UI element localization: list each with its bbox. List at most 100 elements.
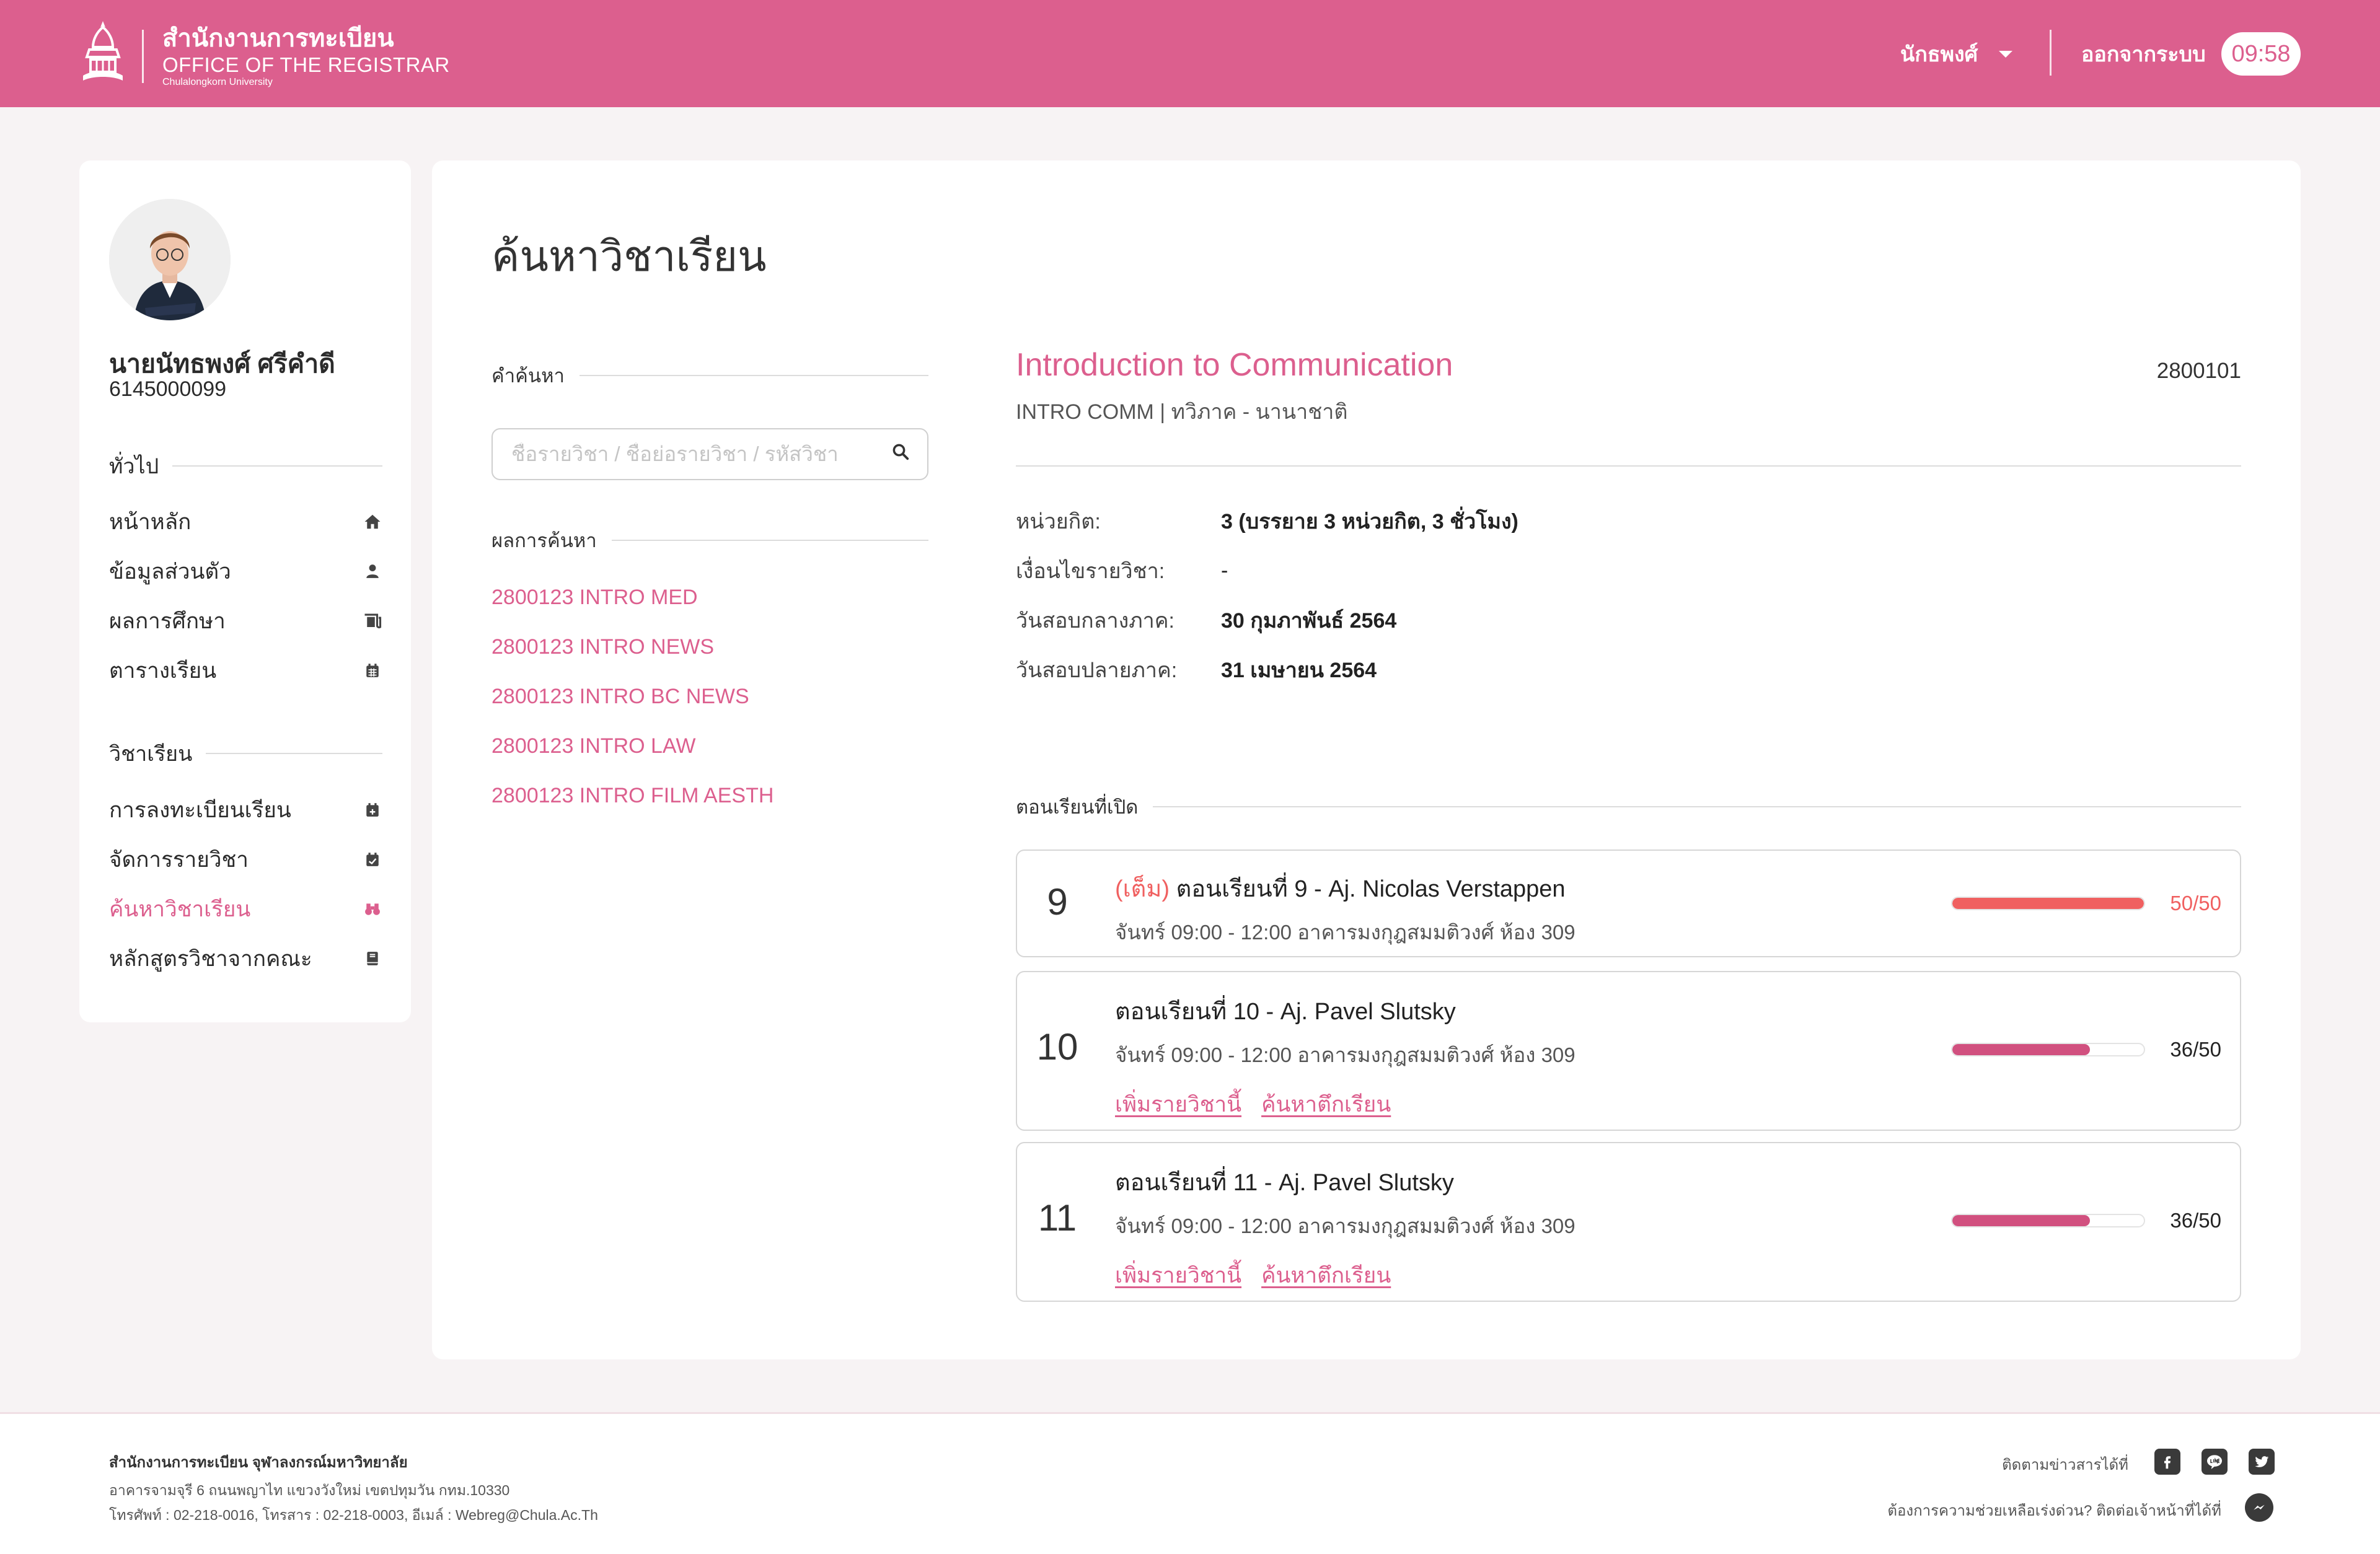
calendar-icon bbox=[363, 661, 382, 680]
info-row-credits: หน่วยกิต: 3 (บรรยาย 3 หน่วยกิต, 3 ชั่วโม… bbox=[1016, 496, 2241, 546]
footer-contact: โทรศัพท์ : 02-218-0016, โทรสาร : 02-218-… bbox=[109, 1507, 598, 1523]
info-value: 31 เมษายน 2564 bbox=[1221, 659, 1377, 682]
user-menu-button[interactable]: นักธพงศ์ bbox=[1900, 37, 2013, 71]
seat-progress-fill bbox=[1952, 1044, 2091, 1055]
course-title: Introduction to Communication bbox=[1016, 347, 1453, 383]
university-name: Chulalongkorn University bbox=[162, 77, 273, 87]
info-value: - bbox=[1221, 558, 1228, 582]
line-icon[interactable] bbox=[2202, 1449, 2228, 1475]
section-card[interactable]: 10 ตอนเรียนที่ 10 - Aj. Pavel Slutsky จั… bbox=[1016, 971, 2241, 1131]
section-time: จันทร์ 09:00 - 12:00 อาคารมงกุฎสมมติวงศ์… bbox=[1115, 921, 1576, 944]
caret-down-icon bbox=[1999, 50, 2013, 58]
section-title-text: ตอนเรียนที่ 9 - Aj. Nicolas Verstappen bbox=[1176, 876, 1566, 902]
divider bbox=[1016, 465, 2241, 467]
divider bbox=[579, 375, 928, 376]
session-timer: 09:58 bbox=[2221, 32, 2301, 76]
divider bbox=[206, 753, 382, 754]
nav-section-general: ทั่วไป bbox=[109, 449, 382, 483]
logout-button[interactable]: ออกจากระบบ bbox=[2081, 37, 2206, 71]
info-label: เงื่อนไขรายวิชา: bbox=[1016, 560, 1165, 583]
seat-progress-bar bbox=[1951, 897, 2145, 910]
sections-heading-label: ตอนเรียนที่เปิด bbox=[1016, 796, 1139, 818]
seat-progress-fill bbox=[1952, 1215, 2091, 1226]
sidebar-item-label: ผลการศึกษา bbox=[109, 608, 226, 633]
add-course-link[interactable]: เพิ่มรายวิชานี้ bbox=[1115, 1258, 1241, 1293]
footer-org: สำนักงานการทะเบียน จุฬาลงกรณ์มหาวิทยาลัย bbox=[109, 1454, 408, 1471]
section-title: (เต็ม) ตอนเรียนที่ 9 - Aj. Nicolas Verst… bbox=[1115, 869, 1576, 907]
divider bbox=[172, 465, 382, 467]
sidebar-item-profile[interactable]: ข้อมูลส่วนตัว bbox=[109, 553, 382, 590]
result-item[interactable]: 2800123 INTRO FILM AESTH bbox=[491, 780, 928, 811]
results-heading: ผลการค้นหา bbox=[491, 525, 928, 556]
result-item[interactable]: 2800123 INTRO NEWS bbox=[491, 631, 928, 662]
section-time: จันทร์ 09:00 - 12:00 อาคารมงกุฎสมมติวงศ์… bbox=[1115, 1214, 1576, 1237]
results-heading-label: ผลการค้นหา bbox=[491, 530, 597, 551]
results-list: 2800123 INTRO MED 2800123 INTRO NEWS 280… bbox=[491, 582, 928, 811]
section-number: 11 bbox=[1038, 1197, 1077, 1239]
seat-progress-bar bbox=[1951, 1214, 2145, 1227]
sidebar-item-search-courses[interactable]: ค้นหาวิชาเรียน bbox=[109, 890, 382, 928]
nav-section-courses: วิชาเรียน bbox=[109, 737, 382, 770]
sidebar-item-registration[interactable]: การลงทะเบียนเรียน bbox=[109, 791, 382, 828]
sidebar-item-faculty-curriculum[interactable]: หลักสูตรวิชาจากคณะ bbox=[109, 940, 382, 977]
org-name-th: สำนักงานการทะเบียน bbox=[162, 25, 394, 52]
section-actions: เพิ่มรายวิชานี้ ค้นหาตึกเรียน bbox=[1115, 1087, 1576, 1122]
result-item[interactable]: 2800123 INTRO MED bbox=[491, 582, 928, 613]
course-detail: Introduction to Communication 2800101 IN… bbox=[1016, 346, 2241, 695]
chula-logo-icon[interactable] bbox=[78, 19, 128, 87]
search-heading-label: คำค้นหา bbox=[491, 365, 565, 387]
top-bar: สำนักงานการทะเบียน OFFICE OF THE REGISTR… bbox=[0, 0, 2380, 107]
search-icon[interactable] bbox=[891, 442, 910, 467]
course-code: 2800101 bbox=[2156, 359, 2241, 383]
find-building-link[interactable]: ค้นหาตึกเรียน bbox=[1261, 1258, 1391, 1293]
add-course-link[interactable]: เพิ่มรายวิชานี้ bbox=[1115, 1087, 1241, 1122]
sidebar-item-label: ข้อมูลส่วนตัว bbox=[109, 559, 231, 584]
search-heading: คำค้นหา bbox=[491, 360, 928, 391]
section-info: (เต็ม) ตอนเรียนที่ 9 - Aj. Nicolas Verst… bbox=[1115, 869, 1576, 949]
info-value: 3 (บรรยาย 3 หน่วยกิต, 3 ชั่วโมง) bbox=[1221, 510, 1518, 533]
full-tag: (เต็ม) bbox=[1115, 876, 1170, 902]
section-number: 10 bbox=[1036, 1026, 1078, 1068]
info-label: วันสอบปลายภาค: bbox=[1016, 659, 1178, 682]
section-info: ตอนเรียนที่ 10 - Aj. Pavel Slutsky จันทร… bbox=[1115, 992, 1576, 1122]
sidebar-item-label: การลงทะเบียนเรียน bbox=[109, 797, 291, 822]
section-card[interactable]: 11 ตอนเรียนที่ 11 - Aj. Pavel Slutsky จั… bbox=[1016, 1142, 2241, 1302]
nav-section-label: วิชาเรียน bbox=[109, 742, 193, 766]
nav-section-label: ทั่วไป bbox=[109, 455, 159, 478]
result-item[interactable]: 2800123 INTRO LAW bbox=[491, 731, 928, 762]
sidebar-item-label: ค้นหาวิชาเรียน bbox=[109, 897, 251, 921]
book-icon bbox=[363, 949, 382, 968]
user-icon bbox=[363, 561, 382, 581]
search-input[interactable] bbox=[511, 442, 891, 466]
sidebar-item-grades[interactable]: ผลการศึกษา bbox=[109, 602, 382, 639]
search-box bbox=[491, 428, 928, 480]
registrar-wordmark[interactable]: สำนักงานการทะเบียน OFFICE OF THE REGISTR… bbox=[162, 26, 450, 87]
section-actions: เพิ่มรายวิชานี้ ค้นหาตึกเรียน bbox=[1115, 1258, 1576, 1293]
find-building-link[interactable]: ค้นหาตึกเรียน bbox=[1261, 1087, 1391, 1122]
seat-count: 36/50 bbox=[2170, 1038, 2221, 1061]
section-time: จันทร์ 09:00 - 12:00 อาคารมงกุฎสมมติวงศ์… bbox=[1115, 1043, 1576, 1066]
section-card[interactable]: 9 (เต็ม) ตอนเรียนที่ 9 - Aj. Nicolas Ver… bbox=[1016, 849, 2241, 957]
result-item[interactable]: 2800123 INTRO BC NEWS bbox=[491, 681, 928, 712]
sidebar-item-manage-courses[interactable]: จัดการรายวิชา bbox=[109, 841, 382, 878]
twitter-icon[interactable] bbox=[2249, 1449, 2275, 1475]
footer-address: อาคารจามจุรี 6 ถนนพญาไท แขวงวังใหม่ เขตป… bbox=[109, 1482, 510, 1498]
course-subtitle: INTRO COMM | ทวิภาค - นานาชาติ bbox=[1016, 400, 1348, 424]
org-name-en: OFFICE OF THE REGISTRAR bbox=[162, 53, 450, 76]
messenger-icon[interactable] bbox=[2245, 1493, 2273, 1522]
student-id: 6145000099 bbox=[109, 377, 227, 401]
main-panel: ค้นหาวิชาเรียน คำค้นหา ผลการค้นหา 280012… bbox=[432, 160, 2301, 1359]
calendar-plus-icon bbox=[363, 800, 382, 820]
info-label: หน่วยกิต: bbox=[1016, 510, 1101, 533]
seat-count: 36/50 bbox=[2170, 1209, 2221, 1232]
sidebar-item-home[interactable]: หน้าหลัก bbox=[109, 503, 382, 540]
info-row-midterm: วันสอบกลางภาค: 30 กุมภาพันธ์ 2564 bbox=[1016, 595, 2241, 645]
sidebar-item-label: ตารางเรียน bbox=[109, 658, 217, 683]
follow-label: ติดตามข่าวสารได้ที่ bbox=[2002, 1457, 2128, 1473]
sidebar-item-label: จัดการรายวิชา bbox=[109, 847, 249, 872]
footer: สำนักงานการทะเบียน จุฬาลงกรณ์มหาวิทยาลัย… bbox=[0, 1412, 2380, 1554]
sidebar-item-label: หน้าหลัก bbox=[109, 509, 192, 534]
info-value: 30 กุมภาพันธ์ 2564 bbox=[1221, 609, 1397, 633]
sidebar-item-timetable[interactable]: ตารางเรียน bbox=[109, 652, 382, 689]
facebook-icon[interactable] bbox=[2154, 1449, 2180, 1475]
